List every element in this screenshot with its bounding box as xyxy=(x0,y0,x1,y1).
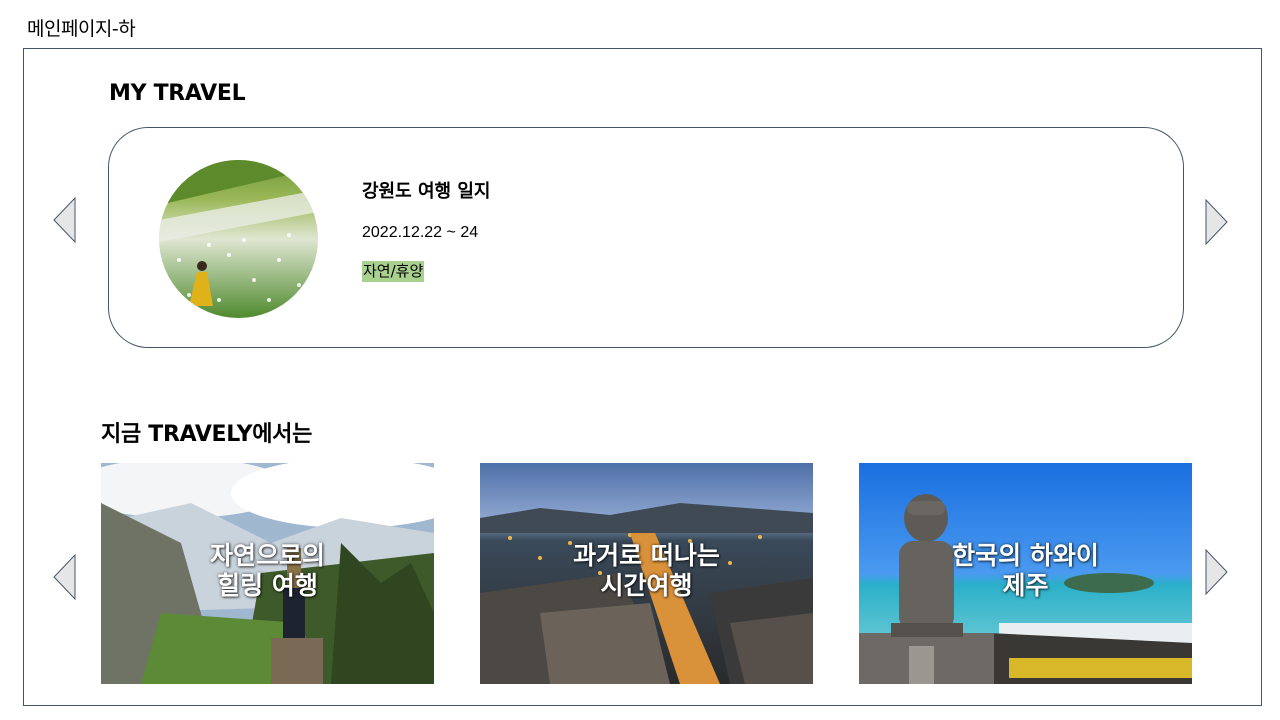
chevron-left-icon xyxy=(53,197,76,243)
chevron-right-icon xyxy=(1205,549,1228,595)
promo-caption-nature: 자연으로의 힐링 여행 xyxy=(209,541,325,600)
promo-card-nature[interactable]: 자연으로의 힐링 여행 xyxy=(101,463,434,684)
promo-caption-jeju: 한국의 하와이 제주 xyxy=(952,541,1099,600)
my-travel-heading: MY TRAVEL xyxy=(109,81,246,106)
promo-card-history[interactable]: 과거로 떠나는 시간여행 xyxy=(480,463,813,684)
trip-title[interactable]: 강원도 여행 일지 xyxy=(362,177,490,203)
chevron-right-icon xyxy=(1205,199,1228,245)
promo-caption-history: 과거로 떠나는 시간여행 xyxy=(573,541,720,600)
my-travel-prev-button[interactable] xyxy=(53,197,77,243)
page-label: 메인페이지-하 xyxy=(27,18,136,40)
my-travel-next-button[interactable] xyxy=(1205,199,1229,245)
trip-tag: 자연/휴양 xyxy=(362,261,425,282)
trip-photo xyxy=(159,160,318,318)
recommend-prev-button[interactable] xyxy=(53,554,77,600)
recommend-next-button[interactable] xyxy=(1205,549,1229,595)
promo-card-jeju[interactable]: 한국의 하와이 제주 xyxy=(859,463,1192,684)
chevron-left-icon xyxy=(53,554,76,600)
recommend-heading: 지금 TRAVELY에서는 xyxy=(101,422,313,447)
trip-date: 2022.12.22 ~ 24 xyxy=(362,224,479,241)
